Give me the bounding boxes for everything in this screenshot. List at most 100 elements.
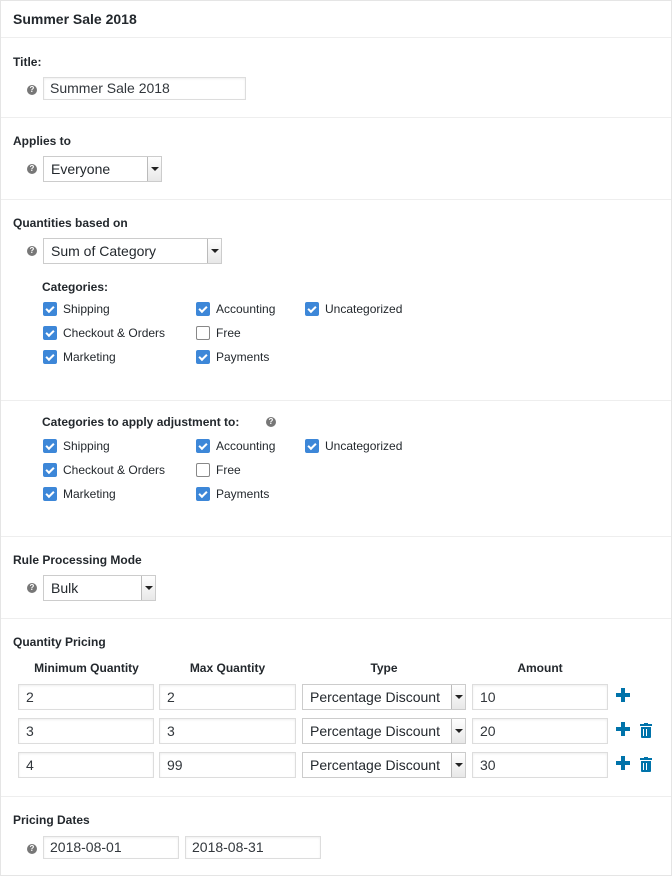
plus-icon[interactable] [616, 756, 630, 770]
rule-mode-value: Bulk [51, 580, 79, 596]
plus-icon[interactable] [616, 688, 630, 702]
max-quantity-input[interactable]: 2 [159, 684, 296, 710]
column-header-type: Type [370, 661, 398, 675]
title-input[interactable]: Summer Sale 2018 [43, 77, 246, 100]
panel-header[interactable]: Summer Sale 2018 [1, 1, 671, 38]
plus-icon[interactable] [616, 722, 630, 736]
checkbox-checked[interactable] [196, 439, 210, 453]
amount-input[interactable]: 30 [472, 752, 608, 778]
panel-title: Summer Sale 2018 [13, 11, 137, 27]
checkbox-checked[interactable] [196, 487, 210, 501]
pricing-dates-section: Pricing Dates ? 2018-08-01 2018-08-31 [1, 797, 671, 875]
checkbox-label: Accounting [216, 302, 276, 316]
min-quantity-input[interactable]: 4 [18, 752, 154, 778]
checkbox-unchecked[interactable] [196, 463, 210, 477]
rule-mode-section: Rule Processing Mode ? Bulk [1, 537, 671, 619]
checkbox-unchecked[interactable] [196, 326, 210, 340]
checkbox-checked[interactable] [43, 350, 57, 364]
checkbox-label: Accounting [216, 439, 276, 453]
quantities-section: Quantities based on ? Sum of Category Ca… [1, 200, 671, 401]
applies-to-label: Applies to [13, 134, 72, 148]
category-checkbox-shipping[interactable]: Shipping [43, 301, 110, 317]
trash-icon[interactable] [640, 757, 652, 772]
title-section: Title: ? Summer Sale 2018 [1, 38, 671, 118]
adjust-checkbox-payments[interactable]: Payments [196, 486, 269, 502]
quantities-label: Quantities based on [13, 216, 128, 230]
category-checkbox-checkout-orders[interactable]: Checkout & Orders [43, 325, 165, 341]
adjust-checkbox-free[interactable]: Free [196, 462, 241, 478]
checkbox-checked[interactable] [305, 439, 319, 453]
amount-input[interactable]: 10 [472, 684, 608, 710]
checkbox-checked[interactable] [43, 302, 57, 316]
checkbox-checked[interactable] [43, 463, 57, 477]
column-header-max: Max Quantity [189, 661, 266, 675]
category-checkbox-uncategorized[interactable]: Uncategorized [305, 301, 402, 317]
help-icon[interactable]: ? [27, 246, 37, 256]
help-icon[interactable]: ? [27, 583, 37, 593]
chevron-down-icon [451, 753, 465, 777]
category-checkbox-marketing[interactable]: Marketing [43, 349, 116, 365]
adjust-checkbox-marketing[interactable]: Marketing [43, 486, 116, 502]
checkbox-checked[interactable] [43, 439, 57, 453]
checkbox-label: Uncategorized [325, 439, 403, 453]
amount-input[interactable]: 20 [472, 718, 608, 744]
type-value: Percentage Discount [310, 757, 440, 773]
trash-icon[interactable] [640, 723, 652, 738]
chevron-down-icon [147, 157, 161, 181]
date-from-input[interactable]: 2018-08-01 [43, 836, 179, 859]
quantity-pricing-label: Quantity Pricing [13, 635, 106, 649]
min-quantity-input[interactable]: 2 [18, 684, 154, 710]
help-icon[interactable]: ? [27, 164, 37, 174]
quantities-select[interactable]: Sum of Category [43, 238, 222, 264]
adjust-checkbox-checkout-orders[interactable]: Checkout & Orders [43, 462, 165, 478]
category-checkbox-payments[interactable]: Payments [196, 349, 269, 365]
checkbox-checked[interactable] [196, 302, 210, 316]
checkbox-label: Payments [216, 350, 270, 364]
pricing-rule-panel: Summer Sale 2018 Title: ? Summer Sale 20… [0, 0, 672, 876]
checkbox-label: Shipping [63, 302, 110, 316]
pricing-dates-label: Pricing Dates [13, 813, 90, 827]
date-to-input[interactable]: 2018-08-31 [185, 836, 321, 859]
adjust-section: Categories to apply adjustment to: ? Shi… [1, 401, 671, 537]
adjust-label: Categories to apply adjustment to: [42, 415, 240, 429]
adjust-checkbox-uncategorized[interactable]: Uncategorized [305, 438, 402, 454]
min-quantity-input[interactable]: 3 [18, 718, 154, 744]
checkbox-label: Checkout & Orders [63, 326, 166, 340]
rule-mode-label: Rule Processing Mode [13, 553, 142, 567]
title-label: Title: [13, 55, 42, 69]
help-icon[interactable]: ? [27, 85, 37, 95]
type-value: Percentage Discount [310, 689, 440, 705]
adjust-checkbox-shipping[interactable]: Shipping [43, 438, 110, 454]
applies-to-section: Applies to ? Everyone [1, 118, 671, 200]
applies-to-value: Everyone [51, 161, 111, 177]
type-select[interactable]: Percentage Discount [302, 752, 466, 778]
category-checkbox-free[interactable]: Free [196, 325, 241, 341]
checkbox-label: Payments [216, 487, 270, 501]
chevron-down-icon [451, 685, 465, 709]
column-header-amount: Amount [517, 661, 563, 675]
help-icon[interactable]: ? [27, 844, 37, 854]
categories-label: Categories: [42, 280, 109, 294]
checkbox-label: Uncategorized [325, 302, 403, 316]
checkbox-label: Free [216, 326, 241, 340]
checkbox-checked[interactable] [196, 350, 210, 364]
checkbox-label: Free [216, 463, 241, 477]
chevron-down-icon [207, 239, 221, 263]
type-select[interactable]: Percentage Discount [302, 718, 466, 744]
type-select[interactable]: Percentage Discount [302, 684, 466, 710]
applies-to-select[interactable]: Everyone [43, 156, 162, 182]
rule-mode-select[interactable]: Bulk [43, 575, 156, 601]
checkbox-label: Marketing [63, 350, 116, 364]
max-quantity-input[interactable]: 99 [159, 752, 296, 778]
checkbox-checked[interactable] [43, 487, 57, 501]
checkbox-label: Shipping [63, 439, 110, 453]
max-quantity-input[interactable]: 3 [159, 718, 296, 744]
adjust-checkbox-accounting[interactable]: Accounting [196, 438, 275, 454]
chevron-down-icon [451, 719, 465, 743]
chevron-down-icon [141, 576, 155, 600]
category-checkbox-accounting[interactable]: Accounting [196, 301, 275, 317]
checkbox-checked[interactable] [43, 326, 57, 340]
checkbox-label: Checkout & Orders [63, 463, 166, 477]
help-icon[interactable]: ? [266, 417, 276, 427]
checkbox-checked[interactable] [305, 302, 319, 316]
